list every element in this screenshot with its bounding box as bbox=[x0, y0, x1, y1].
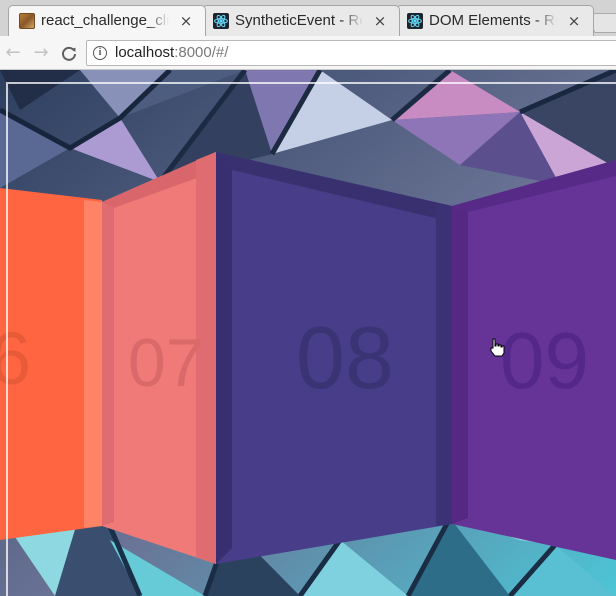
panel-08-label: 08 bbox=[296, 308, 394, 407]
panel-08-left-edge bbox=[216, 152, 232, 564]
hand-cursor-icon bbox=[490, 338, 505, 357]
react-logo-icon bbox=[214, 14, 228, 28]
close-icon[interactable]: × bbox=[177, 12, 195, 30]
url-text[interactable]: localhost:8000/#/ bbox=[115, 44, 228, 62]
panel-07-left-edge bbox=[102, 202, 114, 526]
page-viewport: 6 07 08 09 bbox=[0, 70, 616, 596]
tab-strip: react_challenge_cli × SyntheticEvent - R… bbox=[0, 0, 616, 36]
page-canvas: 6 07 08 09 bbox=[0, 70, 616, 596]
tab-synthetic-event[interactable]: SyntheticEvent - Re × bbox=[202, 5, 400, 36]
challenge-favicon-icon bbox=[19, 13, 35, 29]
panel-07[interactable]: 07 bbox=[102, 152, 216, 564]
tab-title: SyntheticEvent - Re bbox=[235, 12, 363, 30]
browser-window: react_challenge_cli × SyntheticEvent - R… bbox=[0, 0, 616, 596]
tab-title: react_challenge_cli bbox=[41, 12, 169, 30]
url-host: localhost bbox=[115, 44, 175, 61]
tab-dom-elements[interactable]: DOM Elements - Re × bbox=[396, 5, 594, 36]
panel-06[interactable]: 6 bbox=[0, 188, 102, 540]
info-icon[interactable]: i bbox=[93, 46, 107, 60]
address-bar[interactable]: i localhost:8000/#/ bbox=[86, 40, 616, 66]
close-icon[interactable]: × bbox=[371, 12, 389, 30]
tab-react-challenge[interactable]: react_challenge_cli × bbox=[8, 5, 206, 36]
panel-06-label: 6 bbox=[0, 317, 31, 400]
reload-arrow-icon bbox=[62, 46, 76, 61]
panel-06-edge bbox=[84, 200, 102, 528]
react-favicon-icon bbox=[407, 13, 423, 29]
back-arrow-icon[interactable]: ← bbox=[0, 41, 26, 65]
panel-09[interactable]: 09 bbox=[452, 160, 616, 560]
panel-09-left-edge bbox=[452, 206, 468, 524]
react-logo-icon bbox=[408, 14, 422, 28]
url-path: :8000/#/ bbox=[174, 44, 229, 61]
tab-title: DOM Elements - Re bbox=[429, 12, 557, 30]
panel-08[interactable]: 08 bbox=[216, 152, 452, 564]
react-favicon-icon bbox=[213, 13, 229, 29]
browser-toolbar: ← → i localhost:8000/#/ bbox=[0, 36, 616, 70]
forward-arrow-icon[interactable]: → bbox=[28, 41, 54, 65]
reload-icon[interactable] bbox=[56, 41, 82, 65]
panel-07-label: 07 bbox=[128, 325, 204, 401]
panel-08-right-edge bbox=[436, 203, 452, 526]
panel-09-label: 09 bbox=[500, 316, 589, 405]
close-icon[interactable]: × bbox=[565, 12, 583, 30]
